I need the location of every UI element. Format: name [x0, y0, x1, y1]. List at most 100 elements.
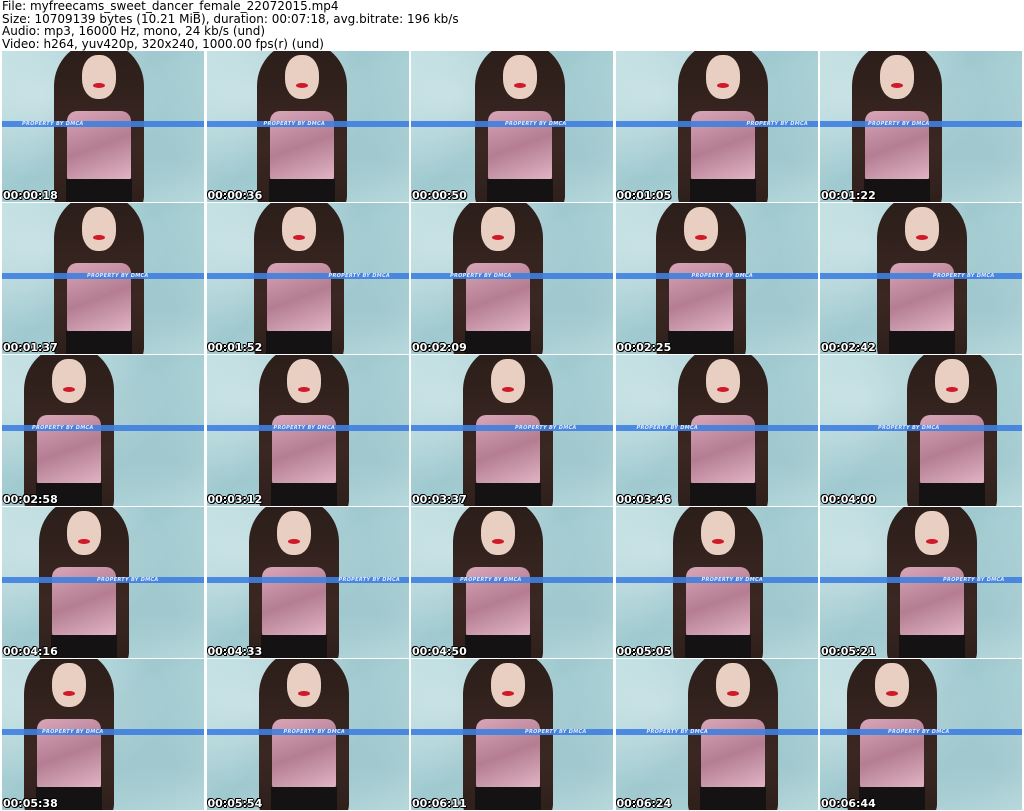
video-thumbnail: PROPERTY BY DMCA 00:01:22: [820, 51, 1022, 202]
watermark-label: PROPERTY BY DMCA: [450, 273, 512, 279]
video-thumbnail: PROPERTY BY DMCA 00:04:50: [411, 507, 613, 658]
thumbnail-timestamp: 00:01:22: [821, 189, 876, 202]
lips-shape: [287, 539, 300, 544]
lips-shape: [502, 691, 514, 696]
pants-shape: [899, 635, 965, 658]
face-shape: [281, 207, 316, 251]
pants-shape: [66, 331, 132, 354]
video-thumbnail: PROPERTY BY DMCA 00:03:12: [206, 355, 409, 506]
lips-shape: [716, 83, 729, 88]
thumbnail-timestamp: 00:02:25: [616, 341, 672, 354]
lips-shape: [295, 83, 308, 88]
pants-shape: [66, 179, 132, 202]
audio-info-line: Audio: mp3, 16000 Hz, mono, 24 kb/s (und…: [2, 24, 266, 38]
video-thumbnail: PROPERTY BY DMCA 00:00:18: [2, 51, 204, 202]
video-thumbnail: PROPERTY BY DMCA 00:02:25: [615, 203, 818, 354]
lips-shape: [946, 387, 958, 392]
lips-shape: [63, 691, 75, 696]
thumbnail-timestamp: 00:03:12: [207, 493, 263, 506]
lips-shape: [514, 83, 526, 88]
pants-shape: [270, 483, 337, 506]
face-shape: [276, 511, 311, 555]
pants-shape: [465, 331, 531, 354]
thumbnail-timestamp: 00:04:16: [3, 645, 58, 658]
thumbnail-timestamp: 00:03:46: [616, 493, 672, 506]
watermark-label: PROPERTY BY DMCA: [22, 121, 84, 127]
face-shape: [491, 663, 525, 707]
watermark-label: PROPERTY BY DMCA: [515, 425, 577, 431]
thumbnail-timestamp: 00:04:33: [207, 645, 263, 658]
watermark-label: PROPERTY BY DMCA: [636, 425, 699, 431]
pants-shape: [919, 483, 985, 506]
thumbnail-timestamp: 00:03:37: [412, 493, 467, 506]
face-shape: [715, 663, 750, 707]
face-shape: [82, 207, 116, 251]
watermark-label: PROPERTY BY DMCA: [691, 273, 754, 279]
face-shape: [915, 511, 949, 555]
lips-shape: [93, 235, 105, 240]
pants-shape: [465, 635, 531, 658]
watermark-label: PROPERTY BY DMCA: [283, 729, 346, 735]
face-shape: [284, 55, 319, 99]
pants-shape: [667, 331, 734, 354]
video-thumbnail: PROPERTY BY DMCA 00:01:52: [206, 203, 409, 354]
video-thumbnail: PROPERTY BY DMCA 00:04:00: [820, 355, 1022, 506]
watermark-label: PROPERTY BY DMCA: [878, 425, 940, 431]
face-shape: [481, 511, 515, 555]
thumbnail-timestamp: 00:05:38: [3, 797, 58, 810]
lips-shape: [502, 387, 514, 392]
lips-shape: [694, 235, 707, 240]
lips-shape: [492, 539, 504, 544]
watermark-label: PROPERTY BY DMCA: [746, 121, 809, 127]
face-shape: [503, 55, 537, 99]
face-shape: [82, 55, 116, 99]
video-thumbnail: PROPERTY BY DMCA 00:06:44: [820, 659, 1022, 810]
thumbnail-timestamp: 00:01:05: [616, 189, 672, 202]
thumbnail-timestamp: 00:01:37: [3, 341, 58, 354]
watermark-band: [411, 425, 613, 431]
watermark-label: PROPERTY BY DMCA: [32, 425, 94, 431]
pants-shape: [475, 787, 541, 810]
lips-shape: [886, 691, 898, 696]
watermark-label: PROPERTY BY DMCA: [460, 577, 522, 583]
lips-shape: [93, 83, 105, 88]
thumbnail-timestamp: 00:00:50: [412, 189, 467, 202]
lips-shape: [711, 539, 724, 544]
watermark-label: PROPERTY BY DMCA: [933, 273, 995, 279]
thumbnail-timestamp: 00:02:42: [821, 341, 876, 354]
pants-shape: [270, 787, 337, 810]
video-thumbnail: PROPERTY BY DMCA 00:05:05: [615, 507, 818, 658]
watermark-label: PROPERTY BY DMCA: [505, 121, 567, 127]
video-thumbnail: PROPERTY BY DMCA 00:02:42: [820, 203, 1022, 354]
pants-shape: [475, 483, 541, 506]
pants-shape: [260, 635, 327, 658]
thumbnail-timestamp: 00:01:52: [207, 341, 263, 354]
video-thumbnail: PROPERTY BY DMCA 00:03:37: [411, 355, 613, 506]
video-thumbnail: PROPERTY BY DMCA 00:02:09: [411, 203, 613, 354]
watermark-label: PROPERTY BY DMCA: [868, 121, 930, 127]
thumbnail-timestamp: 00:05:54: [207, 797, 263, 810]
lips-shape: [78, 539, 90, 544]
face-shape: [935, 359, 969, 403]
thumbnail-grid: PROPERTY BY DMCA 00:00:18 PROPERTY BY DMCA…: [2, 51, 1022, 811]
pants-shape: [51, 635, 117, 658]
face-shape: [705, 359, 740, 403]
watermark-label: PROPERTY BY DMCA: [87, 273, 149, 279]
watermark-band: [411, 273, 613, 279]
video-thumbnail: PROPERTY BY DMCA 00:01:05: [615, 51, 818, 202]
face-shape: [52, 359, 86, 403]
lips-shape: [926, 539, 938, 544]
watermark-label: PROPERTY BY DMCA: [646, 729, 709, 735]
face-shape: [705, 55, 740, 99]
video-thumbnail: PROPERTY BY DMCA 00:06:11: [411, 659, 613, 810]
watermark-label: PROPERTY BY DMCA: [263, 121, 326, 127]
lips-shape: [292, 235, 305, 240]
thumbnail-timestamp: 00:05:21: [821, 645, 876, 658]
thumbnail-timestamp: 00:06:11: [412, 797, 467, 810]
video-thumbnail: PROPERTY BY DMCA 00:06:24: [615, 659, 818, 810]
watermark-label: PROPERTY BY DMCA: [525, 729, 587, 735]
video-thumbnail: PROPERTY BY DMCA 00:04:16: [2, 507, 204, 658]
watermark-label: PROPERTY BY DMCA: [328, 273, 391, 279]
lips-shape: [891, 83, 903, 88]
file-name-line: File: myfreecams_sweet_dancer_female_220…: [2, 0, 339, 13]
